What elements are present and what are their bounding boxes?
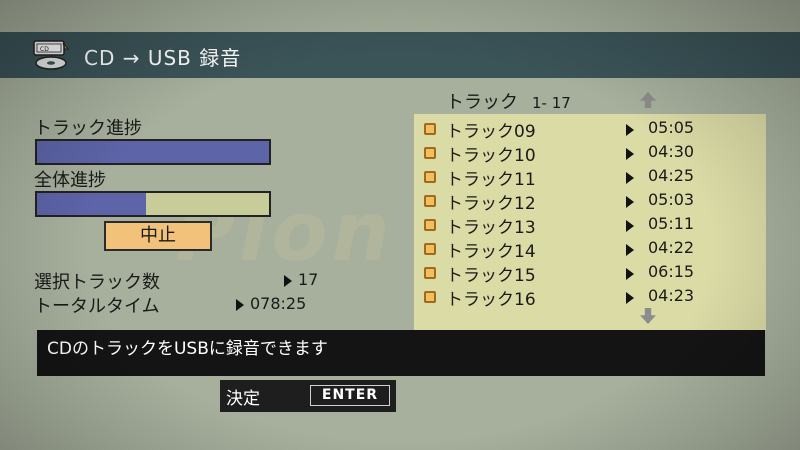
track-row[interactable]: トラック11 04:25 [414,164,766,190]
message-bar: CDのトラックをUSBに録音できます [37,330,765,376]
stop-button[interactable]: 中止 [104,221,212,251]
track-name: トラック12 [446,194,536,214]
title-bar: CD CD → USB 録音 [0,32,800,78]
screen: Pion CD CD → USB 録音 トラック進捗 全体進捗 中止 選択トラッ… [0,0,800,450]
track-bullet-icon [424,291,436,303]
track-list-title: トラック [446,92,518,113]
track-progress-label: トラック進捗 [34,118,142,139]
track-progress-bar [35,139,271,165]
status-message: CDのトラックをUSBに録音できます [47,339,328,359]
play-icon [626,148,634,160]
selected-tracks-value: 17 [284,270,318,289]
track-name: トラック11 [446,170,536,190]
track-name: トラック13 [446,218,536,238]
track-row[interactable]: トラック10 04:30 [414,140,766,166]
total-progress-label: 全体進捗 [34,170,106,191]
track-name: トラック16 [446,290,536,310]
track-time: 04:30 [648,142,695,161]
play-icon [626,268,634,280]
track-name: トラック10 [446,146,536,166]
play-icon [626,172,634,184]
track-bullet-icon [424,267,436,279]
track-name: トラック09 [446,122,536,142]
play-icon [626,124,634,136]
track-row[interactable]: トラック16 04:23 [414,284,766,310]
total-progress-bar [35,191,271,217]
track-name: トラック15 [446,266,536,286]
svg-text:CD: CD [40,46,49,53]
enter-key-icon: ENTER [310,385,390,406]
track-list-header: トラック 1- 17 [446,88,571,114]
cd-icon: CD [33,40,70,70]
play-icon [626,220,634,232]
track-progress-fill [37,141,269,163]
track-bullet-icon [424,195,436,207]
track-bullet-icon [424,123,436,135]
track-time: 05:03 [648,190,695,209]
play-icon [626,196,634,208]
play-icon [626,244,634,256]
confirm-label: 決定 [226,389,260,409]
track-row[interactable]: トラック09 05:05 [414,116,766,142]
pointer-icon [236,298,244,311]
enter-hint[interactable]: 決定 ENTER [220,380,396,412]
track-row[interactable]: トラック15 06:15 [414,260,766,286]
track-bullet-icon [424,147,436,159]
screen-title: CD → USB 録音 [84,46,242,70]
track-list: トラック09 05:05 トラック10 04:30 トラック11 04:25 トラック12 0… [414,114,766,330]
scroll-up-icon[interactable] [640,92,656,108]
pointer-icon [284,274,292,287]
total-time-label: トータルタイム [34,296,160,317]
selected-tracks-label: 選択トラック数 [34,272,160,293]
total-time-value: 078:25 [236,294,306,313]
play-icon [626,292,634,304]
track-time: 06:15 [648,262,695,281]
track-bullet-icon [424,219,436,231]
track-time: 05:11 [648,214,695,233]
track-bullet-icon [424,243,436,255]
track-row[interactable]: トラック13 05:11 [414,212,766,238]
track-time: 04:23 [648,286,695,305]
total-progress-fill [37,193,147,215]
track-time: 04:25 [648,166,695,185]
track-time: 05:05 [648,118,695,137]
track-time: 04:22 [648,238,695,257]
track-row[interactable]: トラック12 05:03 [414,188,766,214]
track-row[interactable]: トラック14 04:22 [414,236,766,262]
track-bullet-icon [424,171,436,183]
track-range: 1- 17 [532,94,571,112]
track-name: トラック14 [446,242,536,262]
